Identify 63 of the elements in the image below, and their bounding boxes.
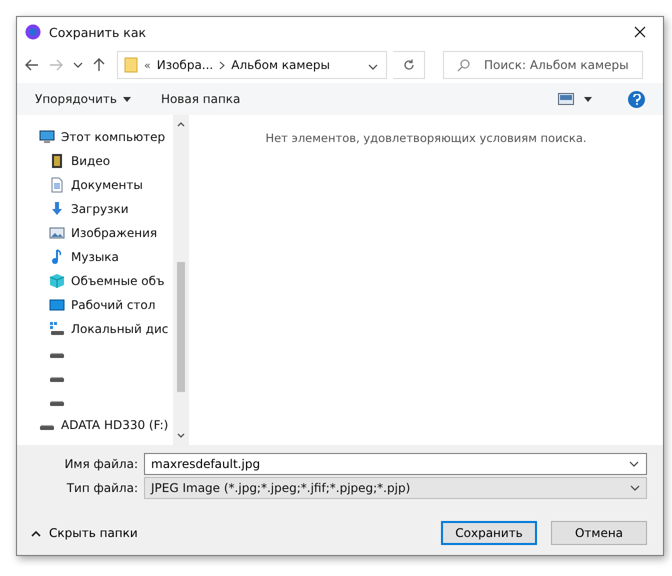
scrollbar[interactable]: [173, 115, 189, 445]
address-bar[interactable]: « Изобра... Альбом камеры: [117, 51, 387, 79]
sidebar-item[interactable]: Рабочий стол: [17, 293, 173, 317]
sidebar-item[interactable]: Видео: [17, 149, 173, 173]
field-label: Тип файла:: [66, 481, 138, 495]
question-mark-icon: [632, 94, 640, 104]
document-icon: [49, 177, 65, 193]
drive-icon: [50, 353, 64, 358]
caret-icon: [584, 96, 592, 102]
scrollbar-thumb[interactable]: [177, 262, 185, 392]
refresh-icon: [402, 59, 414, 71]
sidebar-item[interactable]: Музыка: [17, 245, 173, 269]
chevron-right-icon: [219, 60, 226, 70]
film-icon: [49, 153, 65, 169]
search-icon: [457, 59, 470, 72]
sidebar-item[interactable]: Документы: [17, 173, 173, 197]
file-name-field[interactable]: maxresdefault.jpg: [144, 453, 647, 475]
back-button[interactable]: [23, 57, 41, 73]
file-type-dropdown[interactable]: JPEG Image (*.jpg;*.jpeg;*.jfif;*.pjpeg;*.pjp): [144, 477, 647, 499]
caret-icon: [122, 96, 131, 102]
sidebar-item[interactable]: Изображения: [17, 221, 173, 245]
local-disk-icon: [49, 321, 65, 337]
overflow-marker: «: [144, 58, 151, 72]
computer-icon: [39, 129, 55, 145]
folder-icon: [124, 57, 138, 73]
breadcrumb[interactable]: Альбом камеры: [231, 58, 330, 72]
help-button[interactable]: [628, 90, 645, 108]
save-button[interactable]: Сохранить: [441, 521, 537, 545]
field-label: Имя файла:: [63, 457, 138, 471]
close-icon: [634, 26, 646, 38]
down-arrow-icon: [49, 201, 65, 217]
drive-icon: [50, 401, 64, 406]
picture-icon: [49, 225, 65, 241]
new-folder-button[interactable]: Новая папка: [152, 89, 248, 109]
window-title: Сохранить как: [49, 24, 148, 40]
caret-icon: [73, 62, 83, 68]
recent-locations-button[interactable]: [71, 60, 85, 70]
chevron-down-icon: [629, 461, 639, 467]
chevron-down-icon: [630, 485, 640, 491]
cube-icon: [49, 273, 65, 289]
empty-message: Нет элементов, удовлетворяющих условиям поиска.: [265, 131, 587, 147]
sidebar-item[interactable]: Загрузки: [17, 197, 173, 221]
view-options-button[interactable]: [556, 91, 594, 107]
breadcrumb[interactable]: Изобра...: [156, 58, 214, 72]
search-field[interactable]: Поиск: Альбом камеры: [443, 51, 643, 79]
view-icon: [558, 93, 574, 105]
sidebar-item[interactable]: Этот компьютер: [17, 125, 173, 149]
refresh-button[interactable]: [393, 51, 425, 79]
desktop-icon: [49, 297, 65, 313]
sidebar-item[interactable]: Объемные объ: [17, 269, 173, 293]
browser-logo-icon: [25, 24, 41, 40]
hide-folders-button[interactable]: Скрыть папки: [29, 524, 140, 542]
scroll-up-icon[interactable]: [177, 121, 185, 127]
chevron-up-icon: [31, 530, 41, 536]
drive-icon: [40, 425, 54, 430]
sidebar-item[interactable]: ADATA HD330 (F:): [17, 413, 173, 437]
drive-icon: [50, 377, 64, 382]
scroll-down-icon[interactable]: [177, 433, 185, 439]
cancel-button[interactable]: Отмена: [551, 521, 647, 545]
organize-menu[interactable]: Упорядочить: [27, 89, 139, 109]
up-button[interactable]: [91, 56, 107, 74]
chevron-down-icon: [368, 64, 378, 70]
sidebar-item[interactable]: Локальный дис: [17, 317, 173, 341]
